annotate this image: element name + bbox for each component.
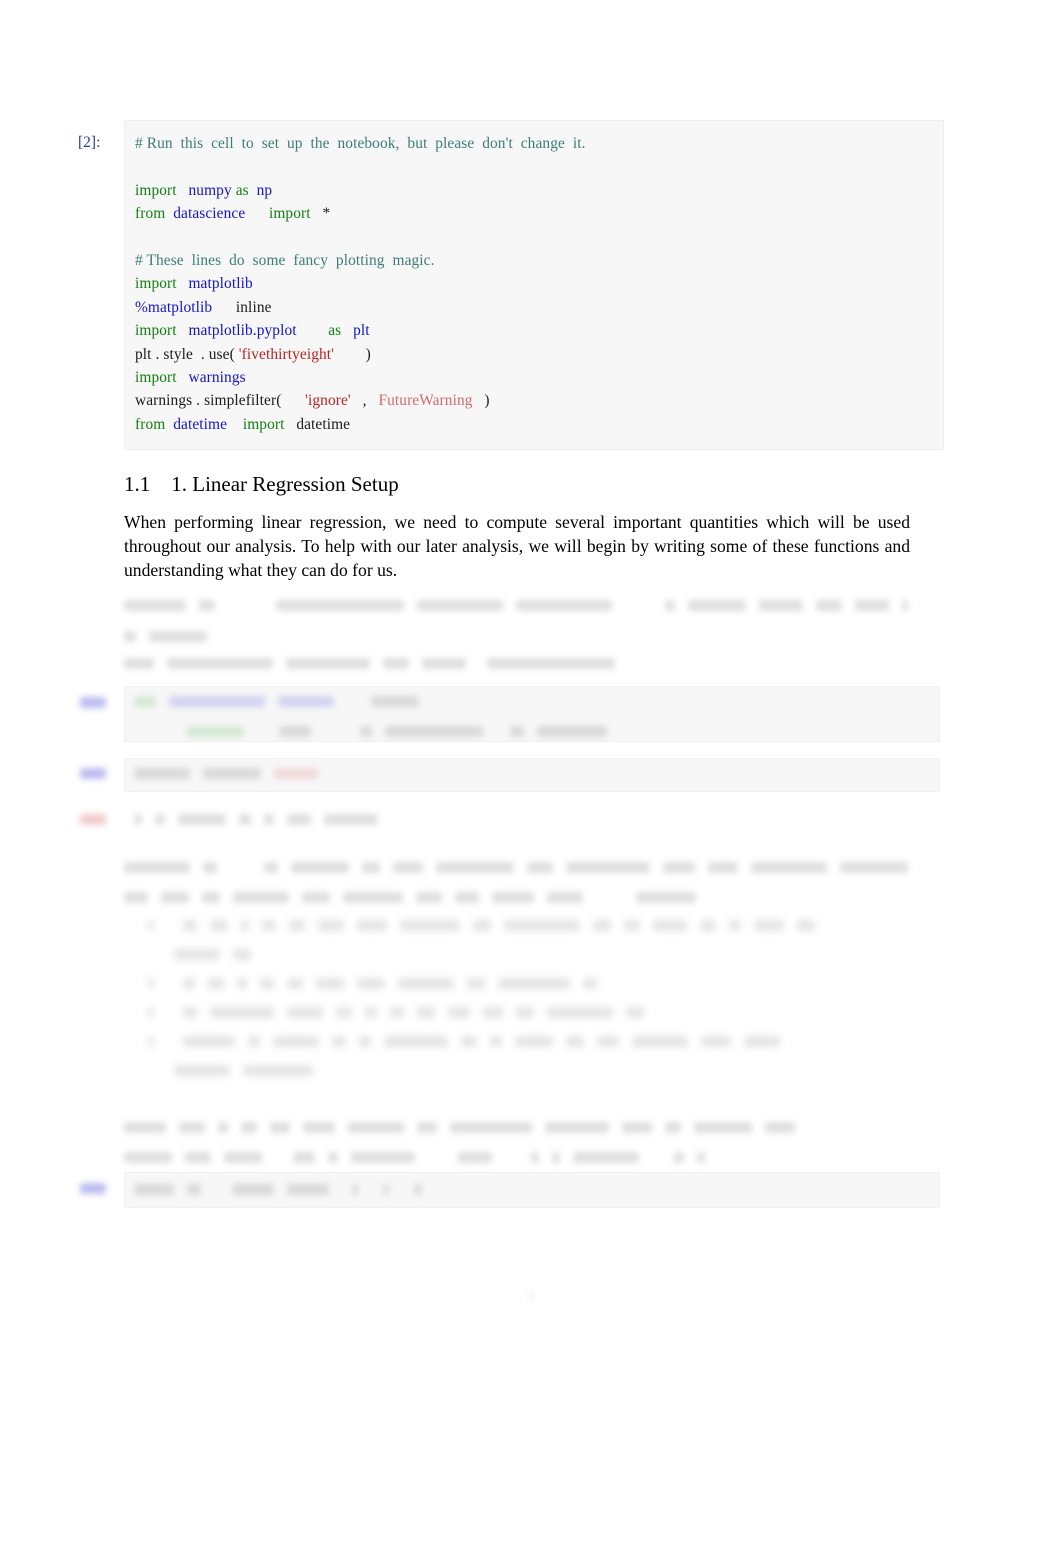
redacted-list-item [148,916,908,934]
redacted-closing-prose [124,1118,908,1164]
keyword-import-6: import [242,415,285,433]
redacted-question-block-2 [124,858,908,906]
redacted-code-cell-3-prompt [80,768,106,779]
redacted-bullet-list [148,916,908,1106]
exception-futurewarning: FutureWarning [378,392,473,410]
redacted-output-1 [134,810,554,834]
code-comment-line: # Run this cell to set up the notebook, … [135,135,586,152]
keyword-from: from [135,205,166,223]
keyword-as-2: as [328,322,342,340]
code-cell-2-row: [2]: # Run this cell to set up the noteb… [78,120,944,451]
paren-close-2: ) [484,392,490,410]
plt-style-use-call: plt . style . use( [135,345,235,363]
keyword-import-2: import [268,205,311,223]
code-cell-source[interactable]: # Run this cell to set up the notebook, … [124,120,944,451]
string-fivethirtyeight: 'fivethirtyeight' [238,345,335,363]
intro-paragraph: When performing linear regression, we ne… [124,512,910,581]
comma-1: , [362,392,367,410]
redacted-list-item [148,1032,908,1050]
module-numpy: numpy [188,181,232,199]
keyword-as: as [235,181,249,199]
redacted-question-block-1 [124,596,908,644]
section-heading: 1.1 1. Linear Regression Setup [124,472,399,497]
section-title: 1. Linear Regression Setup [171,472,399,496]
magic-matplotlib: %matplotlib [135,298,213,316]
redacted-hint-line-1 [124,654,684,676]
star-glob: * [322,205,331,223]
keyword-import-5: import [135,369,177,387]
redacted-code-cell-4-prompt [80,1183,106,1194]
redacted-list-item [148,974,908,992]
alias-np: np [256,181,273,199]
section-number: 1.1 [124,472,151,496]
redacted-list-item [148,1003,908,1021]
redacted-code-cell-2-source [134,692,924,740]
alias-plt: plt [353,322,370,340]
redacted-output-prompt-1 [80,814,106,825]
keyword-import-4: import [135,322,177,340]
module-matplotlib: matplotlib [188,275,253,293]
redacted-code-cell-4-source [134,1180,554,1202]
module-warnings: warnings [188,369,246,387]
module-datetime: datetime [173,415,228,433]
redacted-code-cell-2-prompt [80,697,106,708]
redacted-code-cell-3-source [134,764,554,786]
warnings-simplefilter-call: warnings . simplefilter( [135,392,282,410]
magic-inline-arg: inline [235,298,272,316]
keyword-from-2: from [135,415,166,433]
keyword-import: import [135,181,177,199]
document-page: [2]: # Run this cell to set up the noteb… [0,0,1062,1556]
name-datetime: datetime [296,415,351,433]
code-comment-line-2: # These lines do some fancy plotting mag… [135,252,435,270]
keyword-import-3: import [135,275,177,293]
module-pyplot: matplotlib.pyplot [188,322,297,340]
page-number: 1 [527,1288,535,1305]
string-ignore: 'ignore' [305,392,351,410]
code-cell-prompt: [2]: [78,134,101,151]
paren-close-1: ) [365,345,371,363]
module-datascience: datascience [173,205,246,223]
